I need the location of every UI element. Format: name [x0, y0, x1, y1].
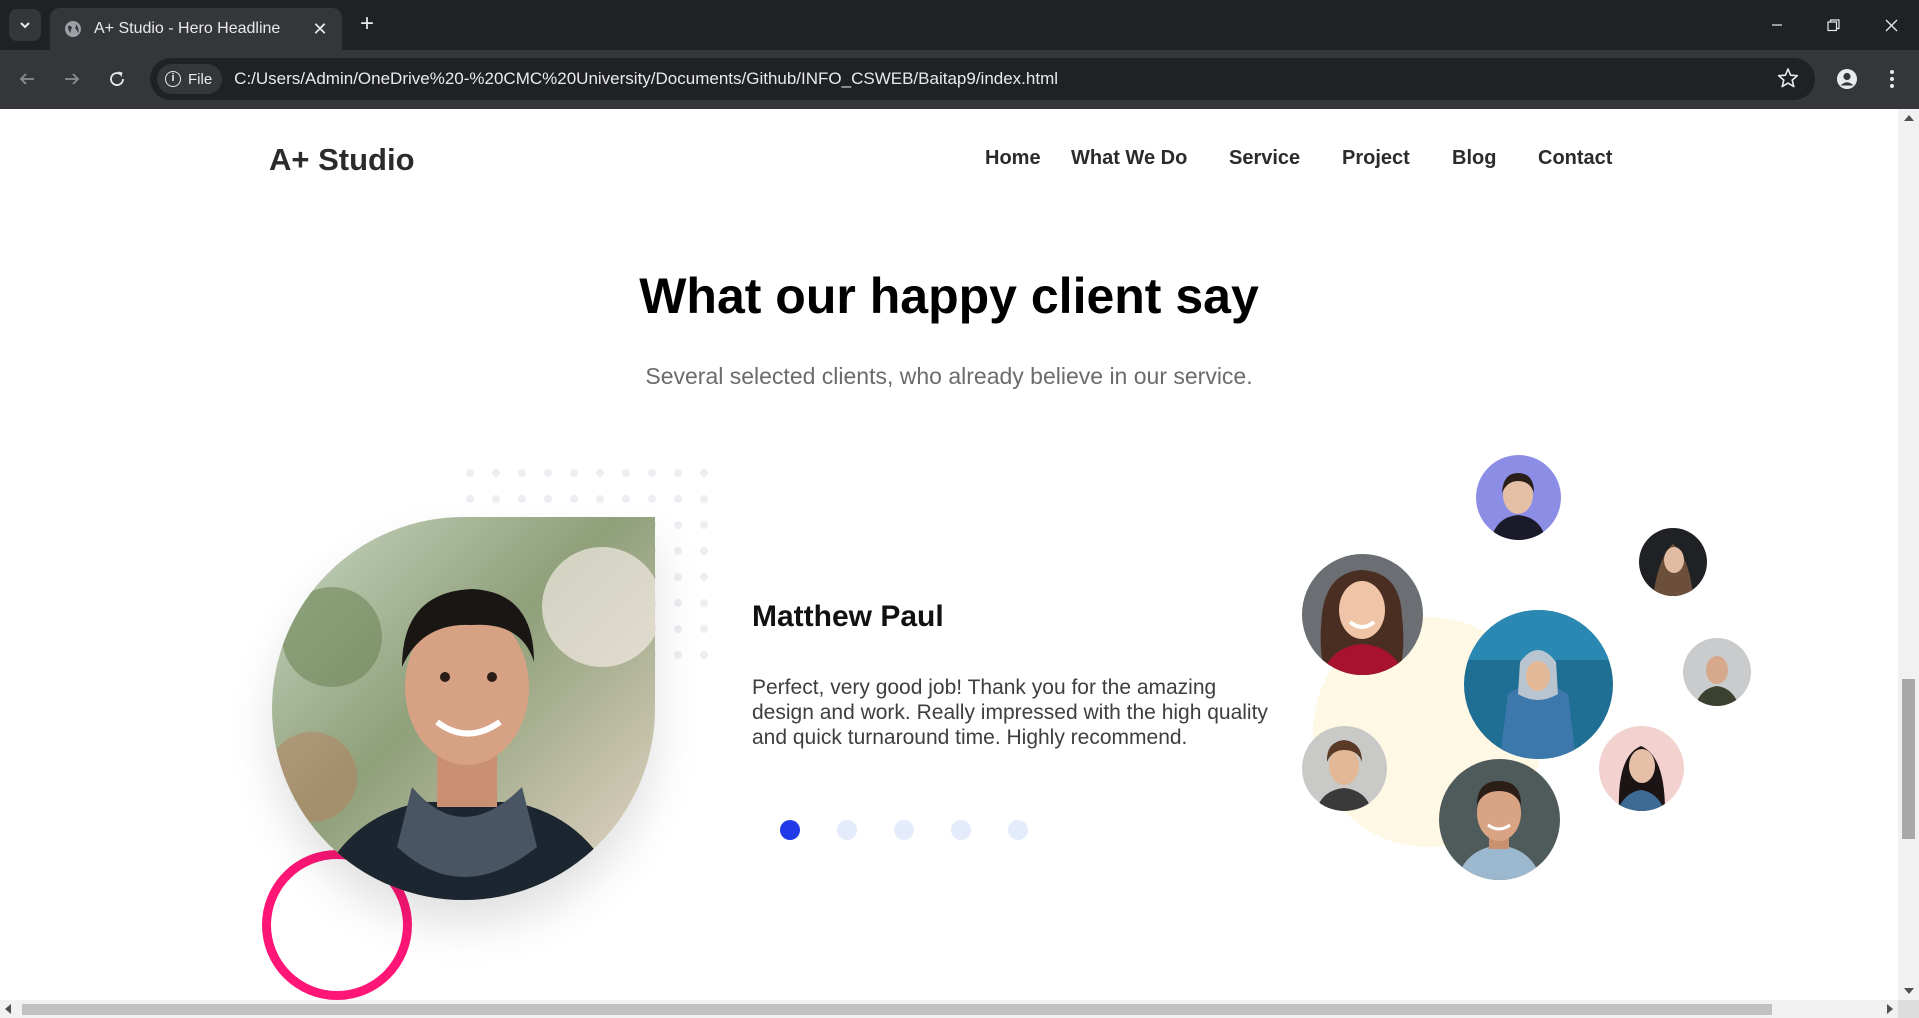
scroll-right-arrow-icon[interactable] — [1887, 1004, 1893, 1014]
pager-dot-2[interactable] — [837, 820, 857, 840]
grid-dot — [596, 495, 604, 503]
scroll-down-arrow-icon[interactable] — [1904, 988, 1914, 994]
grid-dot — [674, 599, 682, 607]
tab-search-button[interactable] — [9, 9, 41, 41]
grid-dot — [700, 599, 708, 607]
file-chip-label: File — [188, 70, 213, 88]
new-tab-button[interactable]: + — [352, 10, 382, 40]
close-tab-icon[interactable]: ✕ — [310, 19, 330, 40]
chevron-down-icon — [20, 22, 30, 29]
pager-dot-3[interactable] — [894, 820, 914, 840]
grid-dot — [648, 469, 656, 477]
vertical-scroll-thumb[interactable] — [1902, 679, 1915, 839]
arrow-right-icon — [65, 73, 80, 85]
pager-dot-4[interactable] — [951, 820, 971, 840]
section-subtitle: Several selected clients, who already be… — [645, 363, 1253, 389]
section-title: What our happy client say — [639, 268, 1259, 324]
nav-what-we-do[interactable]: What We Do — [1071, 147, 1187, 170]
browser-toolbar: i File C:/Users/Admin/OneDrive%20-%20CMC… — [0, 50, 1919, 109]
nav-service[interactable]: Service — [1229, 147, 1300, 170]
grid-dot — [674, 651, 682, 659]
client-avatar-4[interactable] — [1464, 610, 1613, 759]
arrow-left-icon — [19, 73, 34, 85]
grid-dot — [674, 495, 682, 503]
nav-contact[interactable]: Contact — [1538, 147, 1612, 170]
grid-dot — [570, 469, 578, 477]
scroll-up-arrow-icon[interactable] — [1904, 115, 1914, 121]
pager-dot-5[interactable] — [1008, 820, 1028, 840]
grid-dot — [700, 469, 708, 477]
tab-title: A+ Studio - Hero Headline — [94, 20, 281, 37]
person-icon — [1837, 69, 1857, 89]
restore-icon — [1826, 18, 1840, 31]
grid-dot — [466, 495, 474, 503]
globe-icon — [65, 21, 81, 37]
profile-button[interactable] — [1830, 62, 1864, 96]
grid-dot — [674, 521, 682, 529]
grid-dot — [466, 469, 474, 477]
restore-button[interactable] — [1808, 8, 1858, 42]
address-bar[interactable]: i File C:/Users/Admin/OneDrive%20-%20CMC… — [150, 58, 1815, 100]
browser-tab[interactable]: A+ Studio - Hero Headline ✕ — [50, 8, 342, 50]
site-logo[interactable]: A+ Studio — [269, 142, 415, 178]
grid-dot — [518, 469, 526, 477]
grid-dot — [700, 573, 708, 581]
grid-dot — [544, 469, 552, 477]
page-viewport: A+ Studio Home What We Do Service Projec… — [0, 109, 1898, 1000]
grid-dot — [700, 547, 708, 555]
info-icon: i — [165, 71, 181, 87]
client-name: Matthew Paul — [752, 600, 944, 633]
close-window-button[interactable] — [1866, 8, 1916, 42]
client-avatar-7[interactable] — [1599, 726, 1684, 811]
minimize-icon — [1772, 24, 1782, 26]
grid-dot — [674, 573, 682, 581]
reload-button[interactable] — [100, 62, 134, 96]
scroll-left-arrow-icon[interactable] — [5, 1004, 11, 1014]
grid-dot — [700, 521, 708, 529]
grid-dot — [674, 625, 682, 633]
client-avatar-5[interactable] — [1683, 638, 1751, 706]
grid-dot — [570, 495, 578, 503]
browser-tab-bar: A+ Studio - Hero Headline ✕ + — [0, 0, 1919, 50]
grid-dot — [674, 469, 682, 477]
bookmark-star-button[interactable] — [1777, 67, 1799, 94]
client-avatar-6[interactable] — [1302, 726, 1387, 811]
client-avatar-8[interactable] — [1439, 759, 1560, 880]
horizontal-scrollbar[interactable] — [0, 1000, 1898, 1018]
grid-dot — [622, 495, 630, 503]
client-quote: Perfect, very good job! Thank you for th… — [752, 676, 1268, 749]
nav-blog[interactable]: Blog — [1452, 147, 1496, 170]
url-text[interactable]: C:/Users/Admin/OneDrive%20-%20CMC%20Univ… — [234, 69, 1058, 89]
grid-dot — [492, 495, 500, 503]
nav-project[interactable]: Project — [1342, 147, 1410, 170]
site-info-chip[interactable]: i File — [157, 64, 223, 94]
grid-dot — [596, 469, 604, 477]
minimize-button[interactable] — [1752, 8, 1802, 42]
back-button[interactable] — [10, 62, 44, 96]
scrollbar-corner — [1898, 1000, 1919, 1018]
browser-menu-button[interactable] — [1875, 62, 1909, 96]
close-icon — [1885, 19, 1897, 31]
more-vertical-icon — [1890, 70, 1894, 88]
vertical-scrollbar[interactable] — [1898, 109, 1919, 1000]
grid-dot — [518, 495, 526, 503]
grid-dot — [622, 469, 630, 477]
grid-dot — [674, 547, 682, 555]
grid-dot — [700, 495, 708, 503]
reload-icon — [110, 71, 124, 86]
grid-dot — [492, 469, 500, 477]
featured-client-photo — [272, 517, 655, 900]
horizontal-scroll-thumb[interactable] — [22, 1004, 1772, 1015]
grid-dot — [544, 495, 552, 503]
forward-button[interactable] — [55, 62, 89, 96]
pager-dot-1[interactable] — [780, 820, 800, 840]
grid-dot — [700, 625, 708, 633]
grid-dot — [700, 651, 708, 659]
grid-dot — [648, 495, 656, 503]
client-avatar-3[interactable] — [1302, 554, 1423, 675]
client-avatar-1[interactable] — [1476, 455, 1561, 540]
nav-home[interactable]: Home — [985, 147, 1041, 170]
client-avatar-2[interactable] — [1639, 528, 1707, 596]
star-icon — [1777, 68, 1799, 88]
